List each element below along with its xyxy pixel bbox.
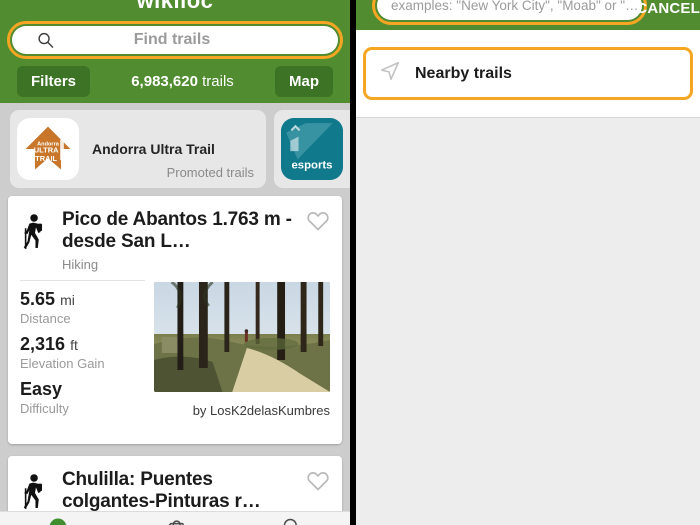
hiker-icon (20, 469, 58, 516)
location-search-input[interactable]: examples: "New York City", "Moab" or "… (377, 0, 642, 20)
cancel-button[interactable]: CANCEL (636, 0, 700, 18)
stat-difficulty: Easy Difficulty (20, 379, 145, 416)
screenshot-root: wikiloc Find trails Filters 6,983,620 tr… (0, 0, 700, 525)
svg-text:esports: esports (291, 160, 332, 172)
record-glyph (168, 520, 184, 525)
trail-card[interactable]: Pico de Abantos 1.763 m - desde San L… H… (8, 196, 342, 444)
bottom-navigation-bar[interactable] (0, 511, 350, 525)
andorra-logo-mark: Andorra ULTRA TRAIL (25, 126, 71, 170)
left-panel-home-screen: wikiloc Find trails Filters 6,983,620 tr… (0, 0, 350, 525)
search-suggestions-sheet: Nearby trails (356, 30, 700, 525)
stat-value: Easy (20, 379, 63, 400)
promoted-card-subtitle: Promoted trails (166, 165, 254, 180)
trail-author-byline: by LosK2delasKumbres (192, 403, 330, 419)
stat-unit: ft (70, 337, 78, 354)
stat-label: Difficulty (20, 400, 69, 416)
search-results-empty-area (356, 117, 700, 525)
search-placeholder-text: Find trails (133, 31, 211, 48)
navigation-arrow-icon (379, 60, 401, 87)
location-search-bar[interactable]: examples: "New York City", "Moab" or "… (372, 0, 647, 25)
esports-logo: esports (281, 118, 343, 180)
nearby-trails-label: Nearby trails (415, 64, 512, 82)
stat-label: Elevation Gain (20, 356, 105, 372)
stat-value-wrap: 5.65 mi (20, 290, 145, 310)
stat-elevation-gain: 2,316 ft Elevation Gain (20, 334, 145, 372)
search-nav-glyph (283, 518, 297, 525)
search-input[interactable]: Find trails (12, 26, 338, 54)
header-action-row: Filters 6,983,620 trails Map (0, 64, 350, 98)
search-icon (37, 32, 54, 49)
app-header: wikiloc Find trails Filters 6,983,620 tr… (0, 0, 350, 103)
filters-button[interactable]: Filters (17, 65, 91, 97)
hiker-icon (20, 209, 58, 272)
stat-value: 2,316 (20, 334, 66, 355)
trail-card-titles: Pico de Abantos 1.763 m - desde San L… H… (58, 209, 330, 272)
trail-card-header: Chulilla: Puentes colgantes-Pinturas r… (8, 456, 342, 516)
promoted-card-title: Andorra Ultra Trail (92, 140, 215, 157)
location-search-placeholder: examples: "New York City", "Moab" or "… (391, 0, 639, 13)
wikiloc-logo-text: wikiloc (136, 0, 214, 13)
stat-value-wrap: Easy (20, 379, 145, 400)
promoted-trails-carousel[interactable]: Andorra ULTRA TRAIL Andorra Ultra Trail … (0, 110, 350, 188)
svg-text:TRAIL: TRAIL (35, 154, 57, 163)
esports-logo-mark: esports (281, 118, 343, 180)
stat-distance: 5.65 mi Distance (20, 290, 145, 327)
trail-photo[interactable] (154, 282, 330, 393)
trails-count-word: trails (197, 72, 234, 90)
search-bar[interactable]: Find trails (7, 21, 343, 59)
trail-title: Pico de Abantos 1.763 m - desde San L… (62, 209, 292, 253)
explore-glyph (50, 518, 67, 525)
promoted-card-andorra[interactable]: Andorra ULTRA TRAIL Andorra Ultra Trail … (10, 110, 266, 188)
search-screen-header: examples: "New York City", "Moab" or "… … (356, 0, 700, 30)
stat-value: 5.65 (20, 289, 56, 310)
favorite-heart-icon[interactable] (306, 469, 330, 493)
record-icon[interactable] (145, 514, 205, 525)
stat-value-wrap: 2,316 ft (20, 334, 145, 355)
trail-card-titles: Chulilla: Puentes colgantes-Pinturas r… (58, 469, 330, 516)
trail-card-body: 5.65 mi Distance 2,316 ft Elevation Gain… (8, 280, 342, 424)
trail-title: Chulilla: Puentes colgantes-Pinturas r… (62, 469, 261, 513)
trail-activity-type: Hiking (62, 257, 99, 273)
stat-label: Distance (20, 311, 71, 327)
trails-count-number: 6,983,620 (131, 72, 198, 90)
stat-unit: mi (60, 292, 75, 309)
favorite-heart-icon[interactable] (306, 209, 330, 233)
map-button[interactable]: Map (275, 65, 333, 97)
nearby-trails-option[interactable]: Nearby trails (363, 47, 693, 100)
trail-list: Pico de Abantos 1.763 m - desde San L… H… (0, 196, 350, 525)
trail-card-header: Pico de Abantos 1.763 m - desde San L… H… (8, 196, 342, 272)
forest-trail-photo (154, 282, 330, 393)
trails-count: 6,983,620 trails (90, 73, 275, 90)
wikiloc-logo: wikiloc (0, 0, 350, 13)
trail-photo-column: by LosK2delasKumbres (145, 280, 330, 424)
trail-stats: 5.65 mi Distance 2,316 ft Elevation Gain… (20, 280, 145, 424)
right-panel-search-screen: examples: "New York City", "Moab" or "… … (356, 0, 700, 525)
promoted-card-esports[interactable]: esports C… T… (274, 110, 350, 188)
andorra-ultra-trail-logo: Andorra ULTRA TRAIL (17, 118, 79, 180)
search-nav-icon[interactable] (262, 514, 322, 525)
explore-icon[interactable] (28, 514, 88, 525)
